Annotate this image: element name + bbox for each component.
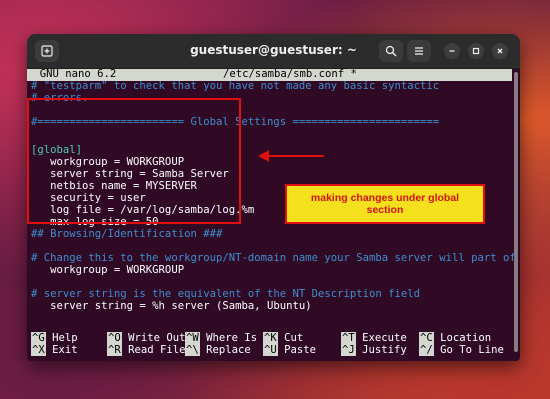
- shortcut-key: ^/: [419, 344, 434, 356]
- shortcut-label: Help: [52, 332, 78, 344]
- annotation-callout-text: making changes under global section: [310, 192, 460, 216]
- editor-line[interactable]: ## Browsing/Identification ###: [31, 228, 222, 241]
- desktop-background: guestuser@guestuser: ~ GNU nano 6.2 /etc…: [0, 0, 550, 399]
- shortcut-exit[interactable]: ^X Exit: [31, 344, 78, 357]
- shortcut-key: ^J: [341, 344, 356, 356]
- shortcut-key: ^X: [31, 344, 46, 356]
- minimize-icon[interactable]: [444, 43, 460, 59]
- shortcut-key: ^C: [419, 332, 434, 344]
- shortcut-key: ^G: [31, 332, 46, 344]
- hamburger-menu-icon[interactable]: [407, 40, 431, 62]
- editor-line[interactable]: # "testparm" to check that you have not …: [31, 80, 439, 93]
- shortcut-label: Write Out: [128, 332, 186, 344]
- annotation-arrow-line: [268, 155, 324, 157]
- shortcut-label: Paste: [284, 344, 317, 356]
- shortcut-justify[interactable]: ^J Justify: [341, 344, 407, 357]
- annotation-arrow-head: [258, 150, 269, 162]
- editor-line[interactable]: server string = %h server (Samba, Ubuntu…: [31, 300, 312, 313]
- shortcut-key: ^K: [263, 332, 278, 344]
- maximize-icon[interactable]: [468, 43, 484, 59]
- shortcut-label: Read File: [128, 344, 186, 356]
- shortcut-label: Where Is: [206, 332, 258, 344]
- shortcut-label: Execute: [362, 332, 407, 344]
- shortcut-go-to-line[interactable]: ^/ Go To Line: [419, 344, 504, 357]
- shortcut-read-file[interactable]: ^R Read File: [107, 344, 186, 357]
- shortcut-key: ^O: [107, 332, 122, 344]
- shortcut-label: Replace: [206, 344, 251, 356]
- annotation-callout: making changes under global section: [285, 184, 485, 224]
- shortcut-label: Location: [440, 332, 492, 344]
- shortcut-label: Exit: [52, 344, 78, 356]
- shortcut-key: ^W: [185, 332, 200, 344]
- editor-line[interactable]: workgroup = WORKGROUP: [31, 264, 184, 277]
- shortcut-label: Cut: [284, 332, 304, 344]
- shortcut-key: ^U: [263, 344, 278, 356]
- shortcut-key: ^\: [185, 344, 200, 356]
- search-icon[interactable]: [379, 40, 403, 62]
- close-icon[interactable]: [492, 43, 508, 59]
- terminal-scrollbar[interactable]: [514, 72, 518, 352]
- shortcut-label: Go To Line: [440, 344, 504, 356]
- shortcut-paste[interactable]: ^U Paste: [263, 344, 317, 357]
- shortcut-replace[interactable]: ^\ Replace: [185, 344, 251, 357]
- global-section-highlight-box: [27, 98, 241, 224]
- shortcut-key: ^T: [341, 332, 356, 344]
- title-bar[interactable]: guestuser@guestuser: ~: [27, 34, 520, 69]
- shortcut-label: Justify: [362, 344, 407, 356]
- shortcut-key: ^R: [107, 344, 122, 356]
